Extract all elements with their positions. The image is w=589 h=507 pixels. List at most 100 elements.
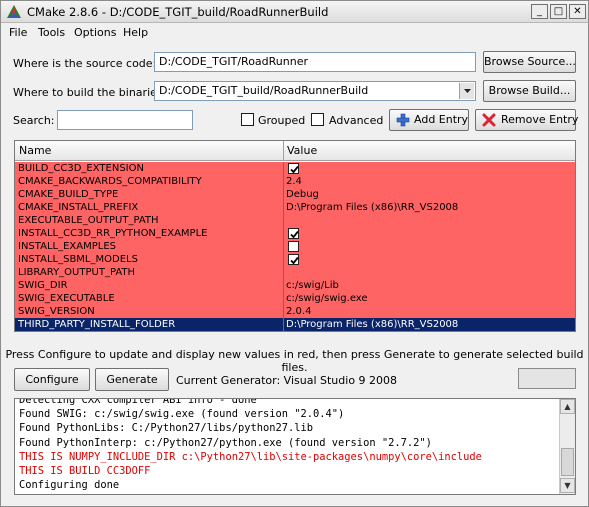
remove-entry-button[interactable]: Remove Entry	[475, 109, 579, 131]
header-divider	[283, 141, 284, 161]
add-entry-button[interactable]: Add Entry	[389, 109, 469, 131]
column-divider	[283, 214, 284, 227]
cache-table[interactable]: Name Value BUILD_CC3D_EXTENSION CMAKE_BAC…	[14, 140, 576, 332]
checked-checkbox-icon[interactable]	[288, 254, 299, 265]
table-row[interactable]: CMAKE_INSTALL_PREFIX D:\Program Files (x8…	[15, 201, 575, 214]
configure-button[interactable]: Configure	[14, 368, 90, 391]
table-row[interactable]: LIBRARY_OUTPUT_PATH	[15, 266, 575, 279]
progress-bar	[518, 368, 576, 389]
column-divider	[283, 305, 284, 318]
remove-entry-label: Remove Entry	[501, 113, 579, 126]
column-divider	[283, 175, 284, 188]
log-line: Detecting CXX compiler ABI info - done	[19, 398, 257, 406]
menu-help[interactable]: Help	[123, 26, 148, 39]
log-line: Configuring done	[19, 479, 120, 492]
column-divider	[283, 279, 284, 292]
column-divider	[283, 318, 284, 331]
cmake-app-icon	[7, 5, 21, 18]
menu-file[interactable]: File	[9, 26, 27, 39]
column-divider	[283, 201, 284, 214]
advanced-checkbox[interactable]	[311, 113, 324, 126]
log-line: Found PythonLibs: C:/Python27/libs/pytho…	[19, 422, 314, 435]
table-row[interactable]: SWIG_VERSION 2.0.4	[15, 305, 575, 318]
log-scrollbar[interactable]: ▲ ▼	[559, 399, 575, 494]
column-divider	[283, 240, 284, 253]
table-rows: BUILD_CC3D_EXTENSION CMAKE_BACKWARDS_COMP…	[15, 162, 575, 331]
grouped-label: Grouped	[258, 114, 306, 127]
table-row[interactable]: SWIG_EXECUTABLE c:/swig/swig.exe	[15, 292, 575, 305]
table-row[interactable]: INSTALL_SBML_MODELS	[15, 253, 575, 266]
build-path-combo[interactable]: D:/CODE_TGIT_build/RoadRunnerBuild	[154, 81, 476, 101]
header-name[interactable]: Name	[19, 144, 51, 157]
cache-entry-name: THIRD_PARTY_INSTALL_FOLDER	[18, 319, 176, 330]
title-bar[interactable]: CMake 2.8.6 - D:/CODE_TGIT_build/RoadRun…	[1, 1, 588, 23]
search-label: Search:	[13, 114, 55, 127]
column-divider	[283, 266, 284, 279]
column-divider	[283, 292, 284, 305]
checked-checkbox-icon[interactable]	[288, 228, 299, 239]
current-generator: Current Generator: Visual Studio 9 2008	[176, 374, 398, 387]
cmake-window: CMake 2.8.6 - D:/CODE_TGIT_build/RoadRun…	[0, 0, 589, 507]
close-button[interactable]: ✕	[569, 4, 586, 19]
column-divider	[283, 253, 284, 266]
cache-entry-name: INSTALL_CC3D_RR_PYTHON_EXAMPLE	[18, 228, 208, 239]
cache-entry-value[interactable]: D:\Program Files (x86)\RR_VS2008	[286, 201, 458, 214]
column-divider	[283, 227, 284, 240]
browse-build-button[interactable]: Browse Build...	[483, 80, 576, 102]
cache-entry-value[interactable]: 2.0.4	[286, 305, 311, 318]
table-row[interactable]: SWIG_DIR c:/swig/Lib	[15, 279, 575, 292]
log-lines: Detecting CXX compiler ABI info - done Fo…	[19, 398, 482, 492]
scroll-down-icon[interactable]: ▼	[560, 478, 575, 493]
grouped-checkbox[interactable]	[241, 113, 254, 126]
chevron-down-icon[interactable]	[459, 83, 474, 99]
log-line: Found PythonInterp: c:/Python27/python.e…	[19, 436, 432, 449]
cache-entry-value[interactable]: c:/swig/swig.exe	[286, 292, 368, 305]
remove-x-icon	[482, 113, 496, 127]
build-label: Where to build the binaries:	[13, 86, 167, 99]
table-row[interactable]: BUILD_CC3D_EXTENSION	[15, 162, 575, 175]
maximize-button[interactable]: □	[550, 4, 567, 19]
plus-icon	[396, 113, 410, 127]
minimize-button[interactable]: _	[531, 4, 548, 19]
generate-button[interactable]: Generate	[95, 368, 169, 391]
cache-entry-name: EXECUTABLE_OUTPUT_PATH	[18, 215, 159, 226]
cache-entry-value[interactable]: Debug	[286, 188, 319, 201]
menu-options[interactable]: Options	[74, 26, 116, 39]
column-divider	[283, 162, 284, 175]
source-path-input[interactable]: D:/CODE_TGIT/RoadRunner	[154, 52, 476, 72]
cache-entry-value[interactable]: 2.4	[286, 175, 302, 188]
table-row[interactable]: CMAKE_BUILD_TYPE Debug	[15, 188, 575, 201]
cache-entry-name: SWIG_EXECUTABLE	[18, 293, 115, 304]
cache-entry-name: BUILD_CC3D_EXTENSION	[18, 163, 144, 174]
table-row[interactable]: THIRD_PARTY_INSTALL_FOLDER D:\Program Fil…	[15, 318, 575, 331]
cache-entry-name: INSTALL_SBML_MODELS	[18, 254, 138, 265]
cache-entry-name: CMAKE_BUILD_TYPE	[18, 189, 119, 200]
cache-entry-name: INSTALL_EXAMPLES	[18, 241, 116, 252]
search-input[interactable]	[57, 110, 193, 130]
build-path-value: D:/CODE_TGIT_build/RoadRunnerBuild	[159, 84, 369, 97]
cache-entry-name: CMAKE_INSTALL_PREFIX	[18, 202, 139, 213]
advanced-label: Advanced	[329, 114, 384, 127]
table-row[interactable]: INSTALL_EXAMPLES	[15, 240, 575, 253]
cache-entry-value[interactable]: D:\Program Files (x86)\RR_VS2008	[286, 318, 458, 331]
cache-entry-name: CMAKE_BACKWARDS_COMPATIBILITY	[18, 176, 202, 187]
cache-entry-name: LIBRARY_OUTPUT_PATH	[18, 267, 136, 278]
output-log[interactable]: Detecting CXX compiler ABI info - done Fo…	[14, 398, 576, 495]
log-line: THIS IS BUILD CC3DOFF	[19, 465, 151, 478]
table-row[interactable]: EXECUTABLE_OUTPUT_PATH	[15, 214, 575, 227]
unchecked-checkbox-icon[interactable]	[288, 241, 299, 252]
cache-entry-value[interactable]: c:/swig/Lib	[286, 279, 339, 292]
scroll-thumb[interactable]	[561, 448, 574, 476]
table-row[interactable]: CMAKE_BACKWARDS_COMPATIBILITY 2.4	[15, 175, 575, 188]
checked-checkbox-icon[interactable]	[288, 163, 299, 174]
browse-source-button[interactable]: Browse Source...	[483, 51, 576, 73]
header-value[interactable]: Value	[287, 144, 317, 157]
table-row[interactable]: INSTALL_CC3D_RR_PYTHON_EXAMPLE	[15, 227, 575, 240]
log-line: Found SWIG: c:/swig/swig.exe (found vers…	[19, 408, 345, 421]
menu-bar: File Tools Options Help	[1, 23, 588, 42]
column-divider	[283, 188, 284, 201]
scroll-up-icon[interactable]: ▲	[560, 399, 575, 414]
source-label: Where is the source code:	[13, 57, 157, 70]
menu-tools[interactable]: Tools	[38, 26, 65, 39]
log-line: THIS IS NUMPY_INCLUDE_DIR c:\Python27\li…	[19, 450, 482, 463]
